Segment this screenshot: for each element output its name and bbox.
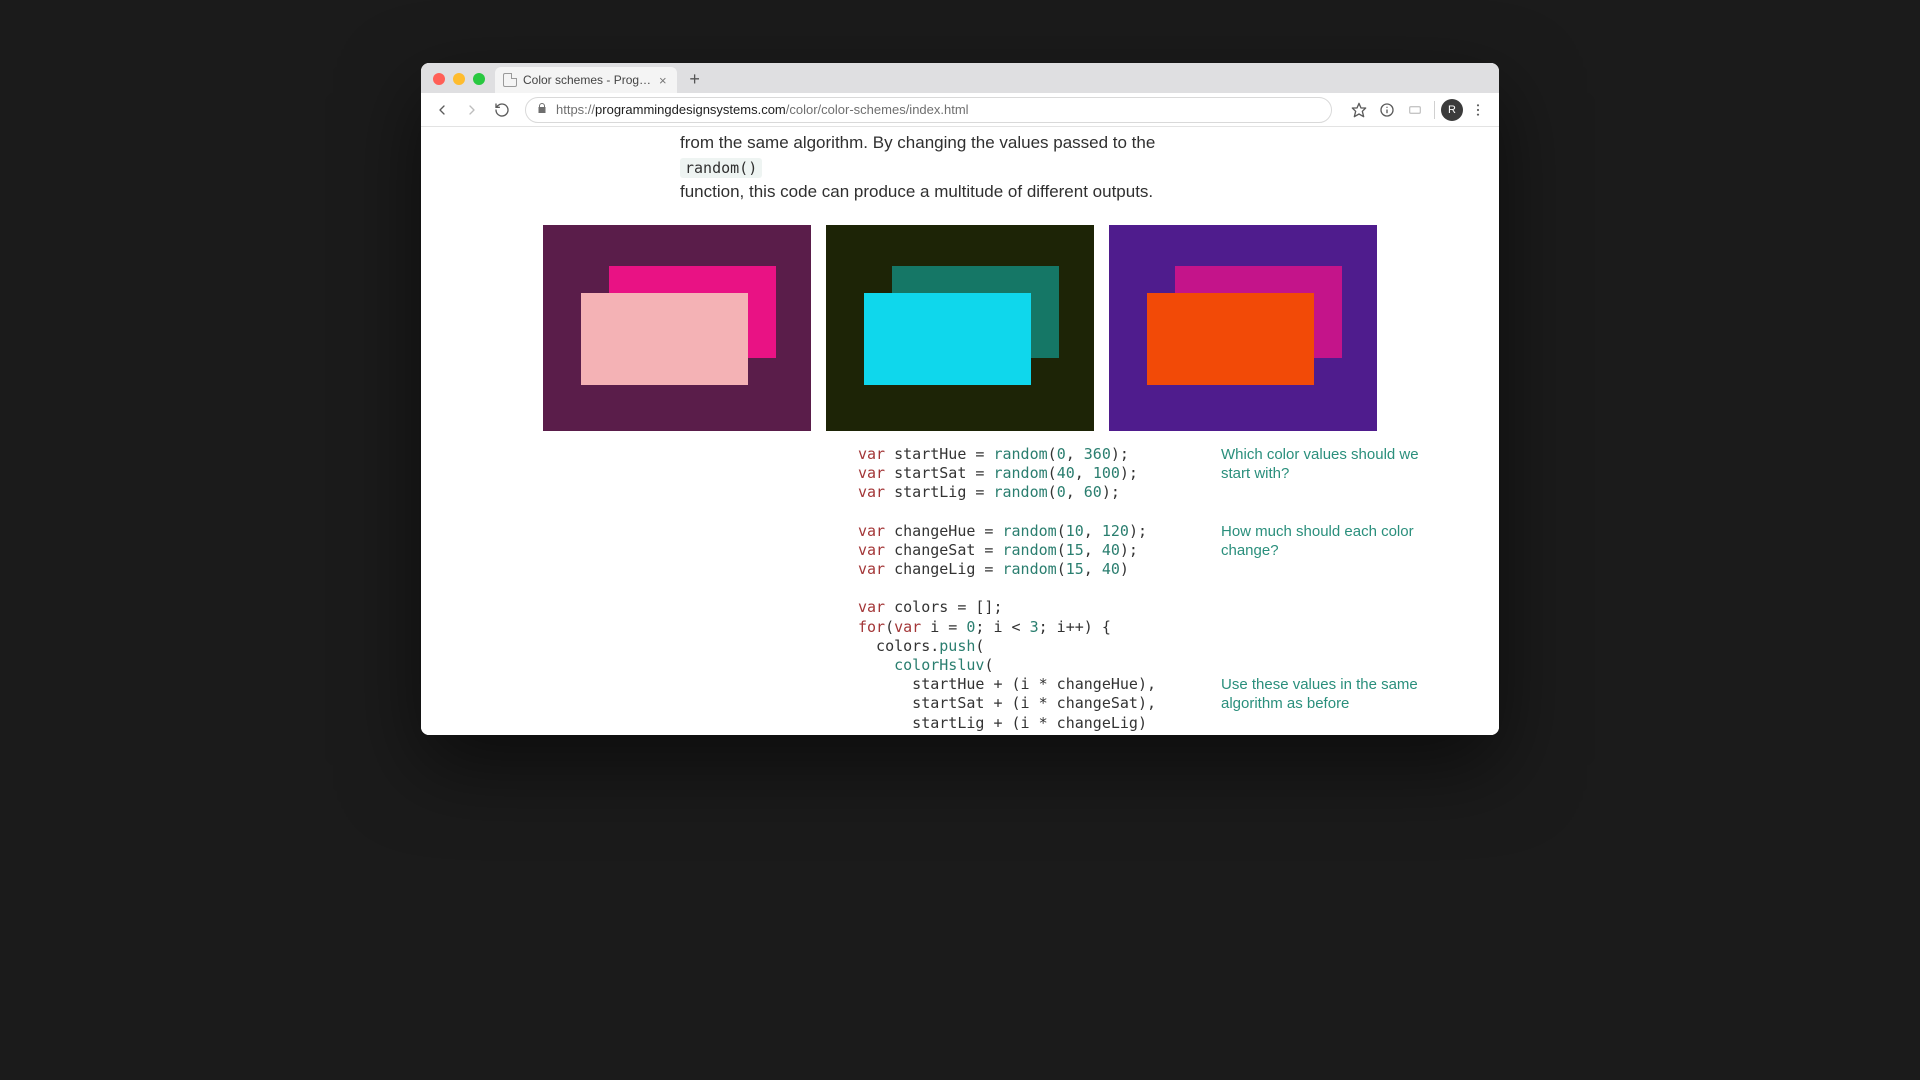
lock-icon [536,102,548,117]
page-viewport[interactable]: from the same algorithm. By changing the… [421,127,1499,735]
swatch-2 [826,225,1094,431]
swatch-3 [1109,225,1377,431]
kebab-menu-button[interactable] [1465,97,1491,123]
close-window-button[interactable] [433,73,445,85]
titlebar: Color schemes - Programming × + [421,63,1499,93]
bookmark-button[interactable] [1346,97,1372,123]
url-text: https://programmingdesignsystems.com/col… [556,102,969,117]
minimize-window-button[interactable] [453,73,465,85]
close-tab-button[interactable]: × [659,73,667,88]
browser-window: Color schemes - Programming × + https://… [421,63,1499,735]
forward-button[interactable] [459,97,485,123]
extension-button[interactable] [1402,97,1428,123]
page-content: from the same algorithm. By changing the… [421,131,1499,735]
browser-tab[interactable]: Color schemes - Programming × [495,67,677,93]
toolbar: https://programmingdesignsystems.com/col… [421,93,1499,127]
swatch-1 [543,225,811,431]
page-icon [503,73,517,87]
toolbar-separator [1434,101,1435,119]
swatch-3-rect-front [1147,293,1314,385]
code-listing: Which color values should we start with?… [858,445,1442,735]
swatch-2-rect-front [864,293,1031,385]
tab-title: Color schemes - Programming [523,73,653,87]
body-paragraph: from the same algorithm. By changing the… [680,131,1240,205]
back-button[interactable] [429,97,455,123]
annotation-3: Use these values in the same algorithm a… [1221,675,1436,714]
inline-code: random() [680,158,762,178]
swatch-1-rect-front [581,293,748,385]
avatar-initial: R [1448,104,1456,116]
annotation-2: How much should each color change? [1221,522,1436,561]
maximize-window-button[interactable] [473,73,485,85]
site-info-button[interactable] [1374,97,1400,123]
window-controls [433,73,485,85]
address-bar[interactable]: https://programmingdesignsystems.com/col… [525,97,1332,123]
annotation-1: Which color values should we start with? [1221,445,1436,484]
example-swatches [421,225,1499,431]
new-tab-button[interactable]: + [683,67,707,91]
profile-avatar[interactable]: R [1441,99,1463,121]
reload-button[interactable] [489,97,515,123]
